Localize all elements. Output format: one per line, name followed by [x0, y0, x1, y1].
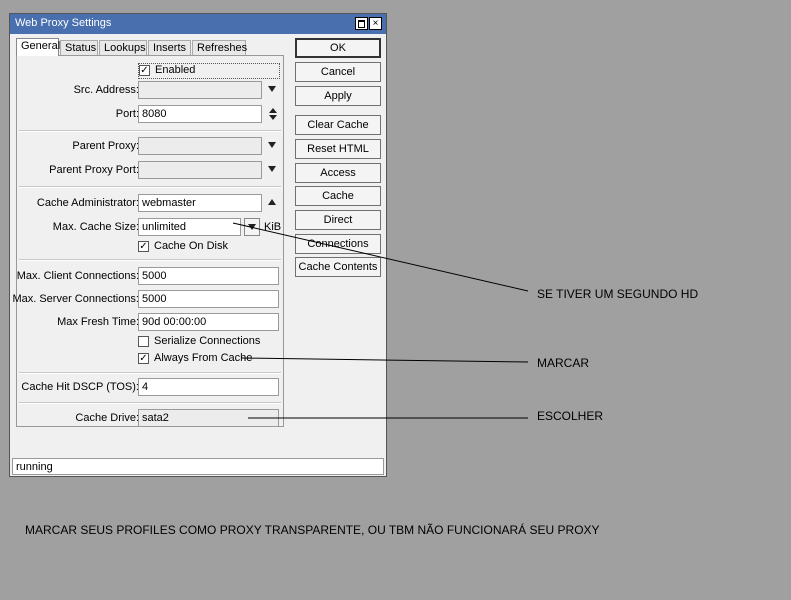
parent-proxy-port-input[interactable]	[138, 161, 262, 179]
cache-on-disk-label: Cache On Disk	[154, 240, 228, 252]
connections-button[interactable]: Connections	[295, 234, 381, 254]
cache-admin-row: Cache Administrator: webmaster	[17, 194, 285, 212]
general-panel: ✓ Enabled Src. Address: Port: 8080 Paren…	[12, 55, 285, 427]
src-address-dropdown-icon[interactable]	[268, 86, 276, 92]
tab-general[interactable]: General	[16, 38, 60, 56]
enabled-checkbox-row[interactable]: ✓ Enabled	[138, 63, 280, 79]
max-cache-size-label: Max. Cache Size:	[52, 221, 139, 233]
always-from-cache-row[interactable]: ✓ Always From Cache	[138, 352, 278, 366]
ok-button[interactable]: OK	[295, 38, 381, 58]
tab-inserts[interactable]: Inserts	[148, 40, 191, 55]
port-input[interactable]: 8080	[138, 105, 262, 123]
apply-button[interactable]: Apply	[295, 86, 381, 106]
src-address-input[interactable]	[138, 81, 262, 99]
tab-status[interactable]: Status	[60, 40, 98, 55]
max-cache-size-input[interactable]: unlimited	[138, 218, 241, 236]
parent-proxy-label: Parent Proxy:	[72, 140, 139, 152]
annotation-marcar: MARCAR	[537, 356, 590, 370]
annotation-second-hd: SE TIVER UM SEGUNDO HD	[537, 287, 699, 301]
max-client-conn-label: Max. Client Connections:	[16, 270, 139, 282]
src-address-label: Src. Address:	[73, 84, 139, 96]
enabled-label: Enabled	[155, 64, 196, 76]
close-button[interactable]: ×	[369, 17, 382, 30]
clear-cache-button[interactable]: Clear Cache	[295, 115, 381, 135]
chevron-down-icon	[248, 224, 256, 230]
always-from-cache-label: Always From Cache	[154, 352, 253, 364]
max-fresh-time-row: Max Fresh Time: 90d 00:00:00	[17, 313, 285, 331]
port-label: Port:	[115, 108, 139, 120]
divider	[19, 402, 281, 404]
window-title: Web Proxy Settings	[15, 17, 112, 29]
reset-html-button[interactable]: Reset HTML	[295, 139, 381, 159]
max-fresh-time-label: Max Fresh Time:	[57, 316, 139, 328]
divider	[19, 372, 281, 374]
divider	[19, 259, 281, 261]
max-fresh-time-input[interactable]: 90d 00:00:00	[138, 313, 279, 331]
divider	[19, 186, 281, 188]
max-server-conn-label: Max. Server Connections:	[12, 293, 139, 305]
serialize-conn-checkbox[interactable]	[138, 336, 149, 347]
title-bar[interactable]: Web Proxy Settings ×	[10, 14, 386, 34]
max-server-conn-row: Max. Server Connections: 5000	[12, 290, 285, 308]
maximize-button[interactable]	[355, 17, 368, 30]
cache-hit-dscp-label: Cache Hit DSCP (TOS):	[21, 381, 139, 393]
annotation-escolher: ESCOLHER	[537, 409, 604, 423]
always-from-cache-checkbox[interactable]: ✓	[138, 353, 149, 364]
max-cache-size-row: Max. Cache Size: unlimited KiB	[17, 218, 285, 236]
direct-button[interactable]: Direct	[295, 210, 381, 230]
status-bar: running	[12, 458, 384, 475]
cache-admin-input[interactable]: webmaster	[138, 194, 262, 212]
parent-proxy-row: Parent Proxy:	[17, 137, 285, 155]
parent-proxy-dropdown-icon[interactable]	[268, 142, 276, 148]
cache-admin-label: Cache Administrator:	[36, 197, 139, 209]
cancel-button[interactable]: Cancel	[295, 62, 381, 82]
parent-proxy-port-row: Parent Proxy Port:	[17, 161, 285, 179]
cache-on-disk-checkbox[interactable]: ✓	[138, 241, 149, 252]
src-address-row: Src. Address:	[17, 81, 285, 99]
parent-proxy-port-dropdown-icon[interactable]	[268, 166, 276, 172]
max-client-conn-row: Max. Client Connections: 5000	[17, 267, 285, 285]
max-client-conn-input[interactable]: 5000	[138, 267, 279, 285]
cache-contents-button[interactable]: Cache Contents	[295, 257, 381, 277]
cache-hit-dscp-input[interactable]: 4	[138, 378, 279, 396]
divider	[19, 130, 281, 132]
cache-drive-row: Cache Drive: sata2	[17, 409, 285, 427]
cache-button[interactable]: Cache	[295, 186, 381, 206]
max-server-conn-input[interactable]: 5000	[138, 290, 279, 308]
parent-proxy-port-label: Parent Proxy Port:	[49, 164, 139, 176]
serialize-conn-row[interactable]: Serialize Connections	[138, 335, 278, 349]
enabled-checkbox[interactable]: ✓	[139, 65, 150, 76]
cache-on-disk-row[interactable]: ✓ Cache On Disk	[138, 240, 278, 254]
web-proxy-settings-window: Web Proxy Settings × General Status Look…	[9, 13, 387, 477]
cache-drive-label: Cache Drive:	[75, 412, 139, 424]
annotation-footer: MARCAR SEUS PROFILES COMO PROXY TRANSPAR…	[25, 523, 600, 537]
cache-admin-collapse-icon[interactable]	[268, 199, 276, 205]
max-cache-size-dropdown-button[interactable]	[244, 218, 260, 236]
cache-drive-input[interactable]: sata2	[138, 409, 279, 427]
port-row: Port: 8080	[17, 105, 285, 123]
serialize-conn-label: Serialize Connections	[154, 335, 261, 347]
cache-hit-dscp-row: Cache Hit DSCP (TOS): 4	[17, 378, 285, 396]
parent-proxy-input[interactable]	[138, 137, 262, 155]
tab-lookups[interactable]: Lookups	[99, 40, 147, 55]
port-spinner-icon[interactable]	[268, 107, 278, 121]
max-cache-size-unit: KiB	[264, 221, 282, 233]
access-button[interactable]: Access	[295, 163, 381, 183]
tab-refreshes[interactable]: Refreshes	[192, 40, 247, 55]
